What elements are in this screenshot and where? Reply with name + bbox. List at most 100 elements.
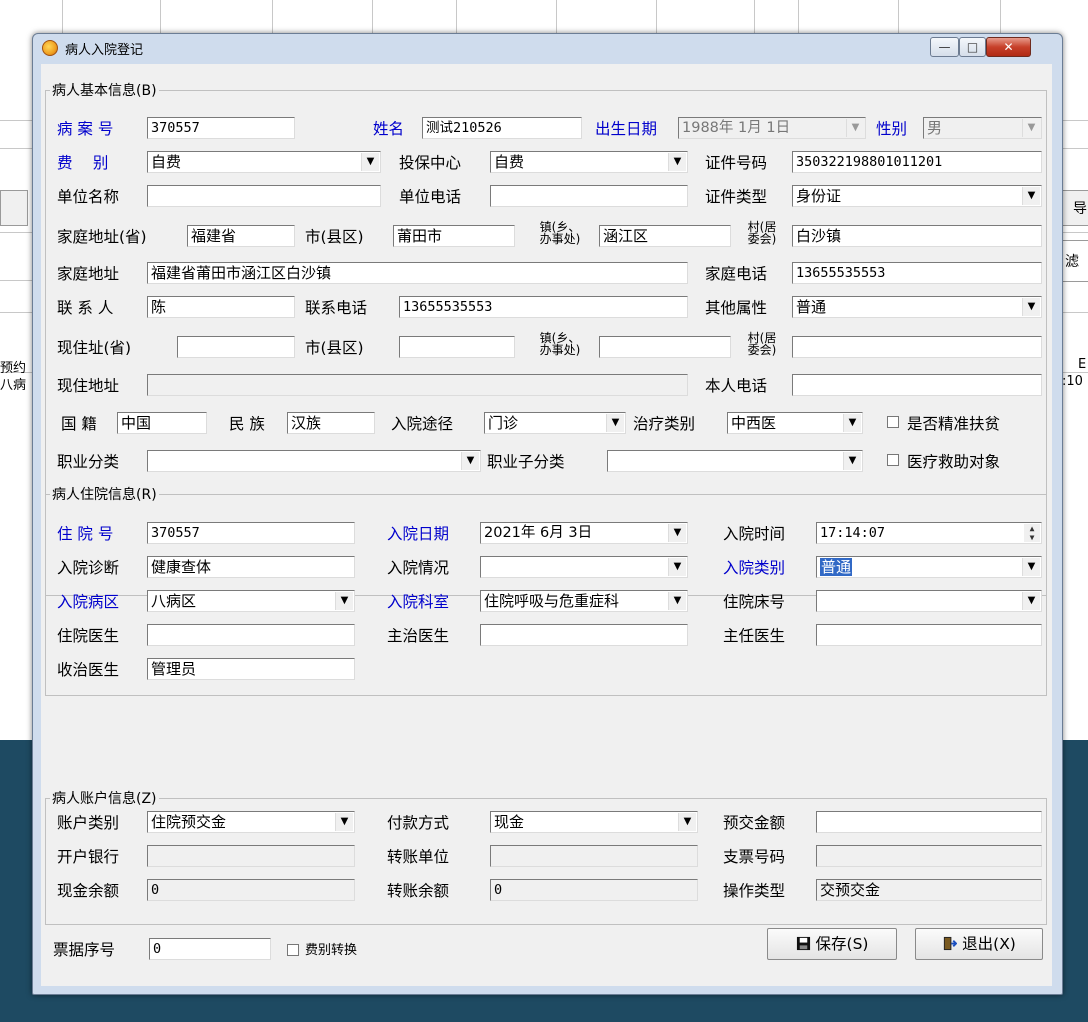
- exit-button[interactable]: 退出(X): [915, 928, 1043, 960]
- id-type-select[interactable]: 身份证 ▼: [792, 185, 1042, 207]
- check-no-input[interactable]: [816, 845, 1042, 867]
- self-phone-input[interactable]: [792, 374, 1042, 396]
- admit-date-picker[interactable]: 2021年 6月 3日 ▼: [480, 522, 688, 544]
- chevron-down-icon[interactable]: ▼: [1022, 119, 1040, 137]
- home-province-input[interactable]: 福建省: [187, 225, 295, 247]
- route-label: 入院途径: [391, 415, 454, 433]
- op-type-input[interactable]: 交预交金: [816, 879, 1042, 901]
- route-select[interactable]: 门诊 ▼: [484, 412, 626, 434]
- chevron-down-icon[interactable]: ▼: [1022, 592, 1040, 610]
- dept-select[interactable]: 住院呼吸与危重症科 ▼: [480, 590, 688, 612]
- chevron-down-icon[interactable]: ▼: [843, 452, 861, 470]
- chevron-down-icon[interactable]: ▼: [361, 153, 379, 171]
- gender-select[interactable]: 男 ▼: [923, 117, 1042, 139]
- cur-village-input[interactable]: [792, 336, 1042, 358]
- other-attr-select[interactable]: 普通 ▼: [792, 296, 1042, 318]
- home-village-input[interactable]: 白沙镇: [792, 225, 1042, 247]
- ethnic-input[interactable]: 汉族: [287, 412, 375, 434]
- id-no-input[interactable]: 350322198801011201: [792, 151, 1042, 173]
- chief-input[interactable]: [816, 624, 1042, 646]
- chevron-down-icon[interactable]: ▼: [668, 558, 686, 576]
- fee-type-select[interactable]: 自费 ▼: [147, 151, 381, 173]
- admit-type-select[interactable]: 普通 ▼: [816, 556, 1042, 578]
- poverty-checkbox[interactable]: [887, 416, 899, 428]
- cur-province-input[interactable]: [177, 336, 295, 358]
- home-address-label: 家庭地址: [57, 265, 120, 283]
- admit-time-input[interactable]: 17:14:07 ▲ ▼: [816, 522, 1042, 544]
- job-label: 职业分类: [57, 453, 120, 471]
- chevron-down-icon[interactable]: ▼: [461, 452, 479, 470]
- chevron-down-icon[interactable]: ▼: [606, 414, 624, 432]
- birth-value: 1988年 1月 1日: [682, 120, 791, 136]
- ethnic-label: 民 族: [229, 415, 265, 433]
- admit-type-label: 入院类别: [723, 559, 786, 577]
- cash-balance-label: 现金余额: [57, 882, 120, 900]
- prepay-input[interactable]: [816, 811, 1042, 833]
- ward-select[interactable]: 八病区 ▼: [147, 590, 355, 612]
- chevron-down-icon[interactable]: ▼: [846, 119, 864, 137]
- fee-switch-checkbox[interactable]: [287, 944, 299, 956]
- chevron-down-icon[interactable]: ▼: [668, 592, 686, 610]
- chevron-down-icon[interactable]: ▼: [668, 153, 686, 171]
- contact-phone-input[interactable]: 13655535553: [399, 296, 688, 318]
- chevron-down-icon[interactable]: ▼: [335, 592, 353, 610]
- spinner-icon[interactable]: ▲ ▼: [1024, 524, 1040, 542]
- home-town-input[interactable]: 涵江区: [599, 225, 731, 247]
- company-phone-input[interactable]: [490, 185, 688, 207]
- chief-label: 主任医生: [723, 627, 786, 645]
- treat-type-label: 治疗类别: [633, 415, 696, 433]
- acct-type-select[interactable]: 住院预交金 ▼: [147, 811, 355, 833]
- job-select[interactable]: ▼: [147, 450, 481, 472]
- chevron-down-icon[interactable]: ▼: [1022, 558, 1040, 576]
- job-sub-select[interactable]: ▼: [607, 450, 863, 472]
- admitting-input[interactable]: 管理员: [147, 658, 355, 680]
- gender-value: 男: [927, 119, 943, 137]
- background-button-right[interactable]: 导: [1062, 190, 1088, 226]
- chevron-down-icon[interactable]: ▼: [678, 813, 696, 831]
- home-province-label: 家庭地址(省): [57, 228, 147, 246]
- close-button[interactable]: ✕: [986, 37, 1031, 57]
- save-button[interactable]: 保存(S): [767, 928, 897, 960]
- chevron-down-icon[interactable]: ▼: [1022, 187, 1040, 205]
- resident-input[interactable]: [147, 624, 355, 646]
- insurance-select[interactable]: 自费 ▼: [490, 151, 688, 173]
- cash-balance-input[interactable]: 0: [147, 879, 355, 901]
- minimize-button[interactable]: —: [930, 37, 959, 57]
- transfer-balance-input[interactable]: 0: [490, 879, 698, 901]
- diagnosis-input[interactable]: 健康查体: [147, 556, 355, 578]
- aid-checkbox[interactable]: [887, 454, 899, 466]
- background-label: 滤: [1065, 254, 1079, 270]
- pay-method-select[interactable]: 现金 ▼: [490, 811, 698, 833]
- nationality-input[interactable]: 中国: [117, 412, 207, 434]
- background-filter[interactable]: 滤: [1062, 240, 1088, 282]
- attending-input[interactable]: [480, 624, 688, 646]
- cur-town-input[interactable]: [599, 336, 731, 358]
- bank-input[interactable]: [147, 845, 355, 867]
- prepay-label: 预交金额: [723, 814, 786, 832]
- treat-type-select[interactable]: 中西医 ▼: [727, 412, 863, 434]
- name-input[interactable]: 测试210526: [422, 117, 582, 139]
- receipt-input[interactable]: 0: [149, 938, 271, 960]
- contact-input[interactable]: 陈: [147, 296, 295, 318]
- case-no-input[interactable]: 370557: [147, 117, 295, 139]
- chevron-down-icon[interactable]: ▼: [335, 813, 353, 831]
- home-city-input[interactable]: 莆田市: [393, 225, 515, 247]
- chevron-down-icon[interactable]: ▼: [668, 524, 686, 542]
- chevron-down-icon[interactable]: ▼: [1022, 298, 1040, 316]
- title-bar[interactable]: 病人入院登记 — □ ✕: [33, 34, 1062, 62]
- chevron-down-icon[interactable]: ▼: [843, 414, 861, 432]
- condition-select[interactable]: ▼: [480, 556, 688, 578]
- transfer-unit-input[interactable]: [490, 845, 698, 867]
- hosp-no-input[interactable]: 370557: [147, 522, 355, 544]
- background-button[interactable]: [0, 190, 28, 226]
- company-input[interactable]: [147, 185, 381, 207]
- home-phone-input[interactable]: 13655535553: [792, 262, 1042, 284]
- bed-select[interactable]: ▼: [816, 590, 1042, 612]
- birth-date-picker[interactable]: 1988年 1月 1日 ▼: [678, 117, 866, 139]
- home-address-input[interactable]: 福建省莆田市涵江区白沙镇: [147, 262, 688, 284]
- transfer-unit-label: 转账单位: [387, 848, 450, 866]
- maximize-button[interactable]: □: [959, 37, 986, 57]
- fee-type-value: 自费: [151, 153, 182, 171]
- cur-address-input[interactable]: [147, 374, 688, 396]
- cur-city-input[interactable]: [399, 336, 515, 358]
